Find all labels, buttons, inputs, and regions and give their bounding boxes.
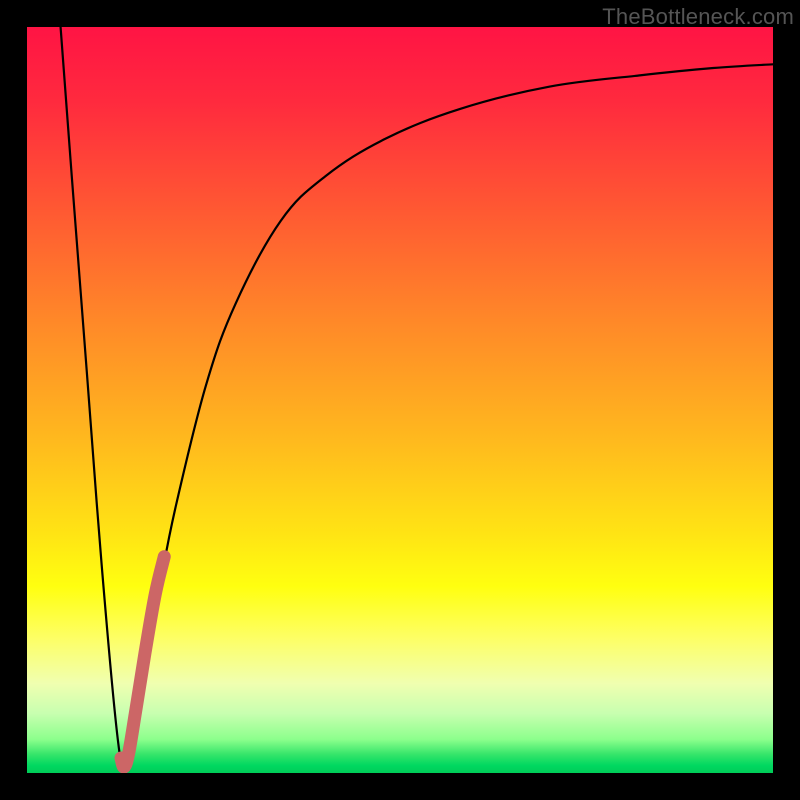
plot-gradient-background — [27, 27, 773, 773]
watermark-text: TheBottleneck.com — [602, 4, 794, 30]
chart-frame: TheBottleneck.com — [0, 0, 800, 800]
